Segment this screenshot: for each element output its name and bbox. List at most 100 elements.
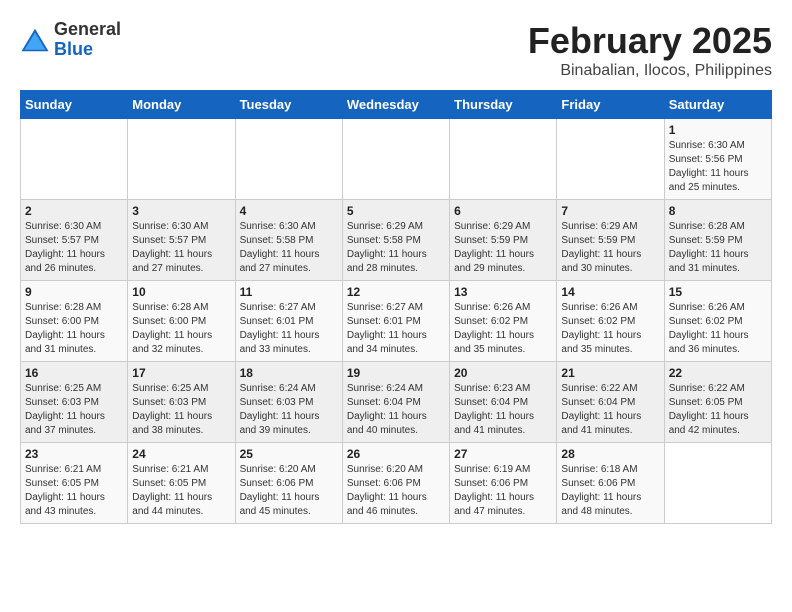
day-number: 7: [561, 204, 659, 218]
day-number: 5: [347, 204, 445, 218]
day-detail: Sunrise: 6:26 AM Sunset: 6:02 PM Dayligh…: [454, 301, 552, 357]
day-number: 25: [240, 447, 338, 461]
calendar-day-cell: 21 Sunrise: 6:22 AM Sunset: 6:04 PM Dayli…: [557, 362, 664, 443]
calendar-day-cell: 23 Sunrise: 6:21 AM Sunset: 6:05 PM Dayli…: [21, 443, 128, 524]
calendar-week-row: 2 Sunrise: 6:30 AM Sunset: 5:57 PM Daylig…: [21, 200, 772, 281]
calendar-day-cell: 27Sunrise: 6:19 AM Sunset: 6:06 PM Dayli…: [450, 443, 557, 524]
calendar-day-cell: 17 Sunrise: 6:25 AM Sunset: 6:03 PM Dayli…: [128, 362, 235, 443]
weekday-header-saturday: Saturday: [664, 91, 771, 119]
day-detail: Sunrise: 6:30 AM Sunset: 5:58 PM Dayligh…: [240, 220, 338, 276]
day-number: 23: [25, 447, 123, 461]
calendar-day-cell: 13Sunrise: 6:26 AM Sunset: 6:02 PM Dayli…: [450, 281, 557, 362]
calendar-day-cell: 4 Sunrise: 6:30 AM Sunset: 5:58 PM Daylig…: [235, 200, 342, 281]
weekday-header-thursday: Thursday: [450, 91, 557, 119]
day-detail: Sunrise: 6:24 AM Sunset: 6:03 PM Dayligh…: [240, 382, 338, 438]
calendar-empty-cell: [557, 119, 664, 200]
day-number: 11: [240, 285, 338, 299]
calendar-day-cell: 22 Sunrise: 6:22 AM Sunset: 6:05 PM Dayli…: [664, 362, 771, 443]
calendar-day-cell: 20 Sunrise: 6:23 AM Sunset: 6:04 PM Dayli…: [450, 362, 557, 443]
calendar-week-row: 23 Sunrise: 6:21 AM Sunset: 6:05 PM Dayli…: [21, 443, 772, 524]
day-number: 10: [132, 285, 230, 299]
day-number: 15: [669, 285, 767, 299]
day-detail: Sunrise: 6:29 AM Sunset: 5:59 PM Dayligh…: [454, 220, 552, 276]
calendar-body: 1Sunrise: 6:30 AM Sunset: 5:56 PM Daylig…: [21, 119, 772, 524]
calendar-day-cell: 1Sunrise: 6:30 AM Sunset: 5:56 PM Daylig…: [664, 119, 771, 200]
logo-general-text: General: [54, 20, 121, 40]
day-detail: Sunrise: 6:28 AM Sunset: 5:59 PM Dayligh…: [669, 220, 767, 276]
calendar-week-row: 16 Sunrise: 6:25 AM Sunset: 6:03 PM Dayli…: [21, 362, 772, 443]
day-number: 26: [347, 447, 445, 461]
day-number: 18: [240, 366, 338, 380]
title-area: February 2025 Binabalian, Ilocos, Philip…: [528, 20, 772, 80]
day-detail: Sunrise: 6:24 AM Sunset: 6:04 PM Dayligh…: [347, 382, 445, 438]
day-number: 6: [454, 204, 552, 218]
calendar-day-cell: 18 Sunrise: 6:24 AM Sunset: 6:03 PM Dayli…: [235, 362, 342, 443]
day-number: 16: [25, 366, 123, 380]
day-detail: Sunrise: 6:29 AM Sunset: 5:59 PM Dayligh…: [561, 220, 659, 276]
calendar-day-cell: 7 Sunrise: 6:29 AM Sunset: 5:59 PM Daylig…: [557, 200, 664, 281]
day-number: 20: [454, 366, 552, 380]
weekday-header-row: SundayMondayTuesdayWednesdayThursdayFrid…: [21, 91, 772, 119]
day-detail: Sunrise: 6:26 AM Sunset: 6:02 PM Dayligh…: [669, 301, 767, 357]
day-detail: Sunrise: 6:21 AM Sunset: 6:05 PM Dayligh…: [25, 463, 123, 519]
calendar-empty-cell: [235, 119, 342, 200]
calendar-empty-cell: [128, 119, 235, 200]
day-number: 14: [561, 285, 659, 299]
calendar-day-cell: 14Sunrise: 6:26 AM Sunset: 6:02 PM Dayli…: [557, 281, 664, 362]
calendar-empty-cell: [21, 119, 128, 200]
calendar-day-cell: 15 Sunrise: 6:26 AM Sunset: 6:02 PM Dayli…: [664, 281, 771, 362]
calendar-title: February 2025: [528, 20, 772, 62]
day-detail: Sunrise: 6:22 AM Sunset: 6:05 PM Dayligh…: [669, 382, 767, 438]
calendar-day-cell: 8 Sunrise: 6:28 AM Sunset: 5:59 PM Daylig…: [664, 200, 771, 281]
calendar-day-cell: 9 Sunrise: 6:28 AM Sunset: 6:00 PM Daylig…: [21, 281, 128, 362]
calendar-empty-cell: [342, 119, 449, 200]
weekday-header-friday: Friday: [557, 91, 664, 119]
weekday-header-wednesday: Wednesday: [342, 91, 449, 119]
day-number: 24: [132, 447, 230, 461]
day-detail: Sunrise: 6:28 AM Sunset: 6:00 PM Dayligh…: [25, 301, 123, 357]
calendar-day-cell: 12Sunrise: 6:27 AM Sunset: 6:01 PM Dayli…: [342, 281, 449, 362]
day-detail: Sunrise: 6:29 AM Sunset: 5:58 PM Dayligh…: [347, 220, 445, 276]
day-detail: Sunrise: 6:28 AM Sunset: 6:00 PM Dayligh…: [132, 301, 230, 357]
day-detail: Sunrise: 6:25 AM Sunset: 6:03 PM Dayligh…: [25, 382, 123, 438]
calendar-day-cell: 11 Sunrise: 6:27 AM Sunset: 6:01 PM Dayli…: [235, 281, 342, 362]
day-detail: Sunrise: 6:27 AM Sunset: 6:01 PM Dayligh…: [347, 301, 445, 357]
calendar-header: SundayMondayTuesdayWednesdayThursdayFrid…: [21, 91, 772, 119]
day-number: 17: [132, 366, 230, 380]
day-detail: Sunrise: 6:25 AM Sunset: 6:03 PM Dayligh…: [132, 382, 230, 438]
day-number: 4: [240, 204, 338, 218]
day-number: 22: [669, 366, 767, 380]
day-detail: Sunrise: 6:21 AM Sunset: 6:05 PM Dayligh…: [132, 463, 230, 519]
calendar-day-cell: 24 Sunrise: 6:21 AM Sunset: 6:05 PM Dayli…: [128, 443, 235, 524]
calendar-empty-cell: [450, 119, 557, 200]
calendar-empty-cell: [664, 443, 771, 524]
logo-icon: [20, 25, 50, 55]
calendar-week-row: 1Sunrise: 6:30 AM Sunset: 5:56 PM Daylig…: [21, 119, 772, 200]
day-detail: Sunrise: 6:18 AM Sunset: 6:06 PM Dayligh…: [561, 463, 659, 519]
day-number: 8: [669, 204, 767, 218]
day-detail: Sunrise: 6:20 AM Sunset: 6:06 PM Dayligh…: [240, 463, 338, 519]
day-number: 1: [669, 123, 767, 137]
calendar-day-cell: 3 Sunrise: 6:30 AM Sunset: 5:57 PM Daylig…: [128, 200, 235, 281]
day-number: 21: [561, 366, 659, 380]
calendar-day-cell: 10 Sunrise: 6:28 AM Sunset: 6:00 PM Dayli…: [128, 281, 235, 362]
calendar-day-cell: 6 Sunrise: 6:29 AM Sunset: 5:59 PM Daylig…: [450, 200, 557, 281]
calendar-day-cell: 16 Sunrise: 6:25 AM Sunset: 6:03 PM Dayli…: [21, 362, 128, 443]
day-number: 2: [25, 204, 123, 218]
calendar-day-cell: 28 Sunrise: 6:18 AM Sunset: 6:06 PM Dayli…: [557, 443, 664, 524]
day-number: 28: [561, 447, 659, 461]
day-detail: Sunrise: 6:30 AM Sunset: 5:57 PM Dayligh…: [132, 220, 230, 276]
day-detail: Sunrise: 6:27 AM Sunset: 6:01 PM Dayligh…: [240, 301, 338, 357]
day-detail: Sunrise: 6:20 AM Sunset: 6:06 PM Dayligh…: [347, 463, 445, 519]
day-detail: Sunrise: 6:22 AM Sunset: 6:04 PM Dayligh…: [561, 382, 659, 438]
calendar-day-cell: 5 Sunrise: 6:29 AM Sunset: 5:58 PM Daylig…: [342, 200, 449, 281]
day-detail: Sunrise: 6:30 AM Sunset: 5:57 PM Dayligh…: [25, 220, 123, 276]
day-number: 3: [132, 204, 230, 218]
weekday-header-sunday: Sunday: [21, 91, 128, 119]
logo: General Blue: [20, 20, 121, 60]
day-detail: Sunrise: 6:23 AM Sunset: 6:04 PM Dayligh…: [454, 382, 552, 438]
day-number: 9: [25, 285, 123, 299]
calendar-table: SundayMondayTuesdayWednesdayThursdayFrid…: [20, 90, 772, 524]
day-number: 27: [454, 447, 552, 461]
day-number: 19: [347, 366, 445, 380]
